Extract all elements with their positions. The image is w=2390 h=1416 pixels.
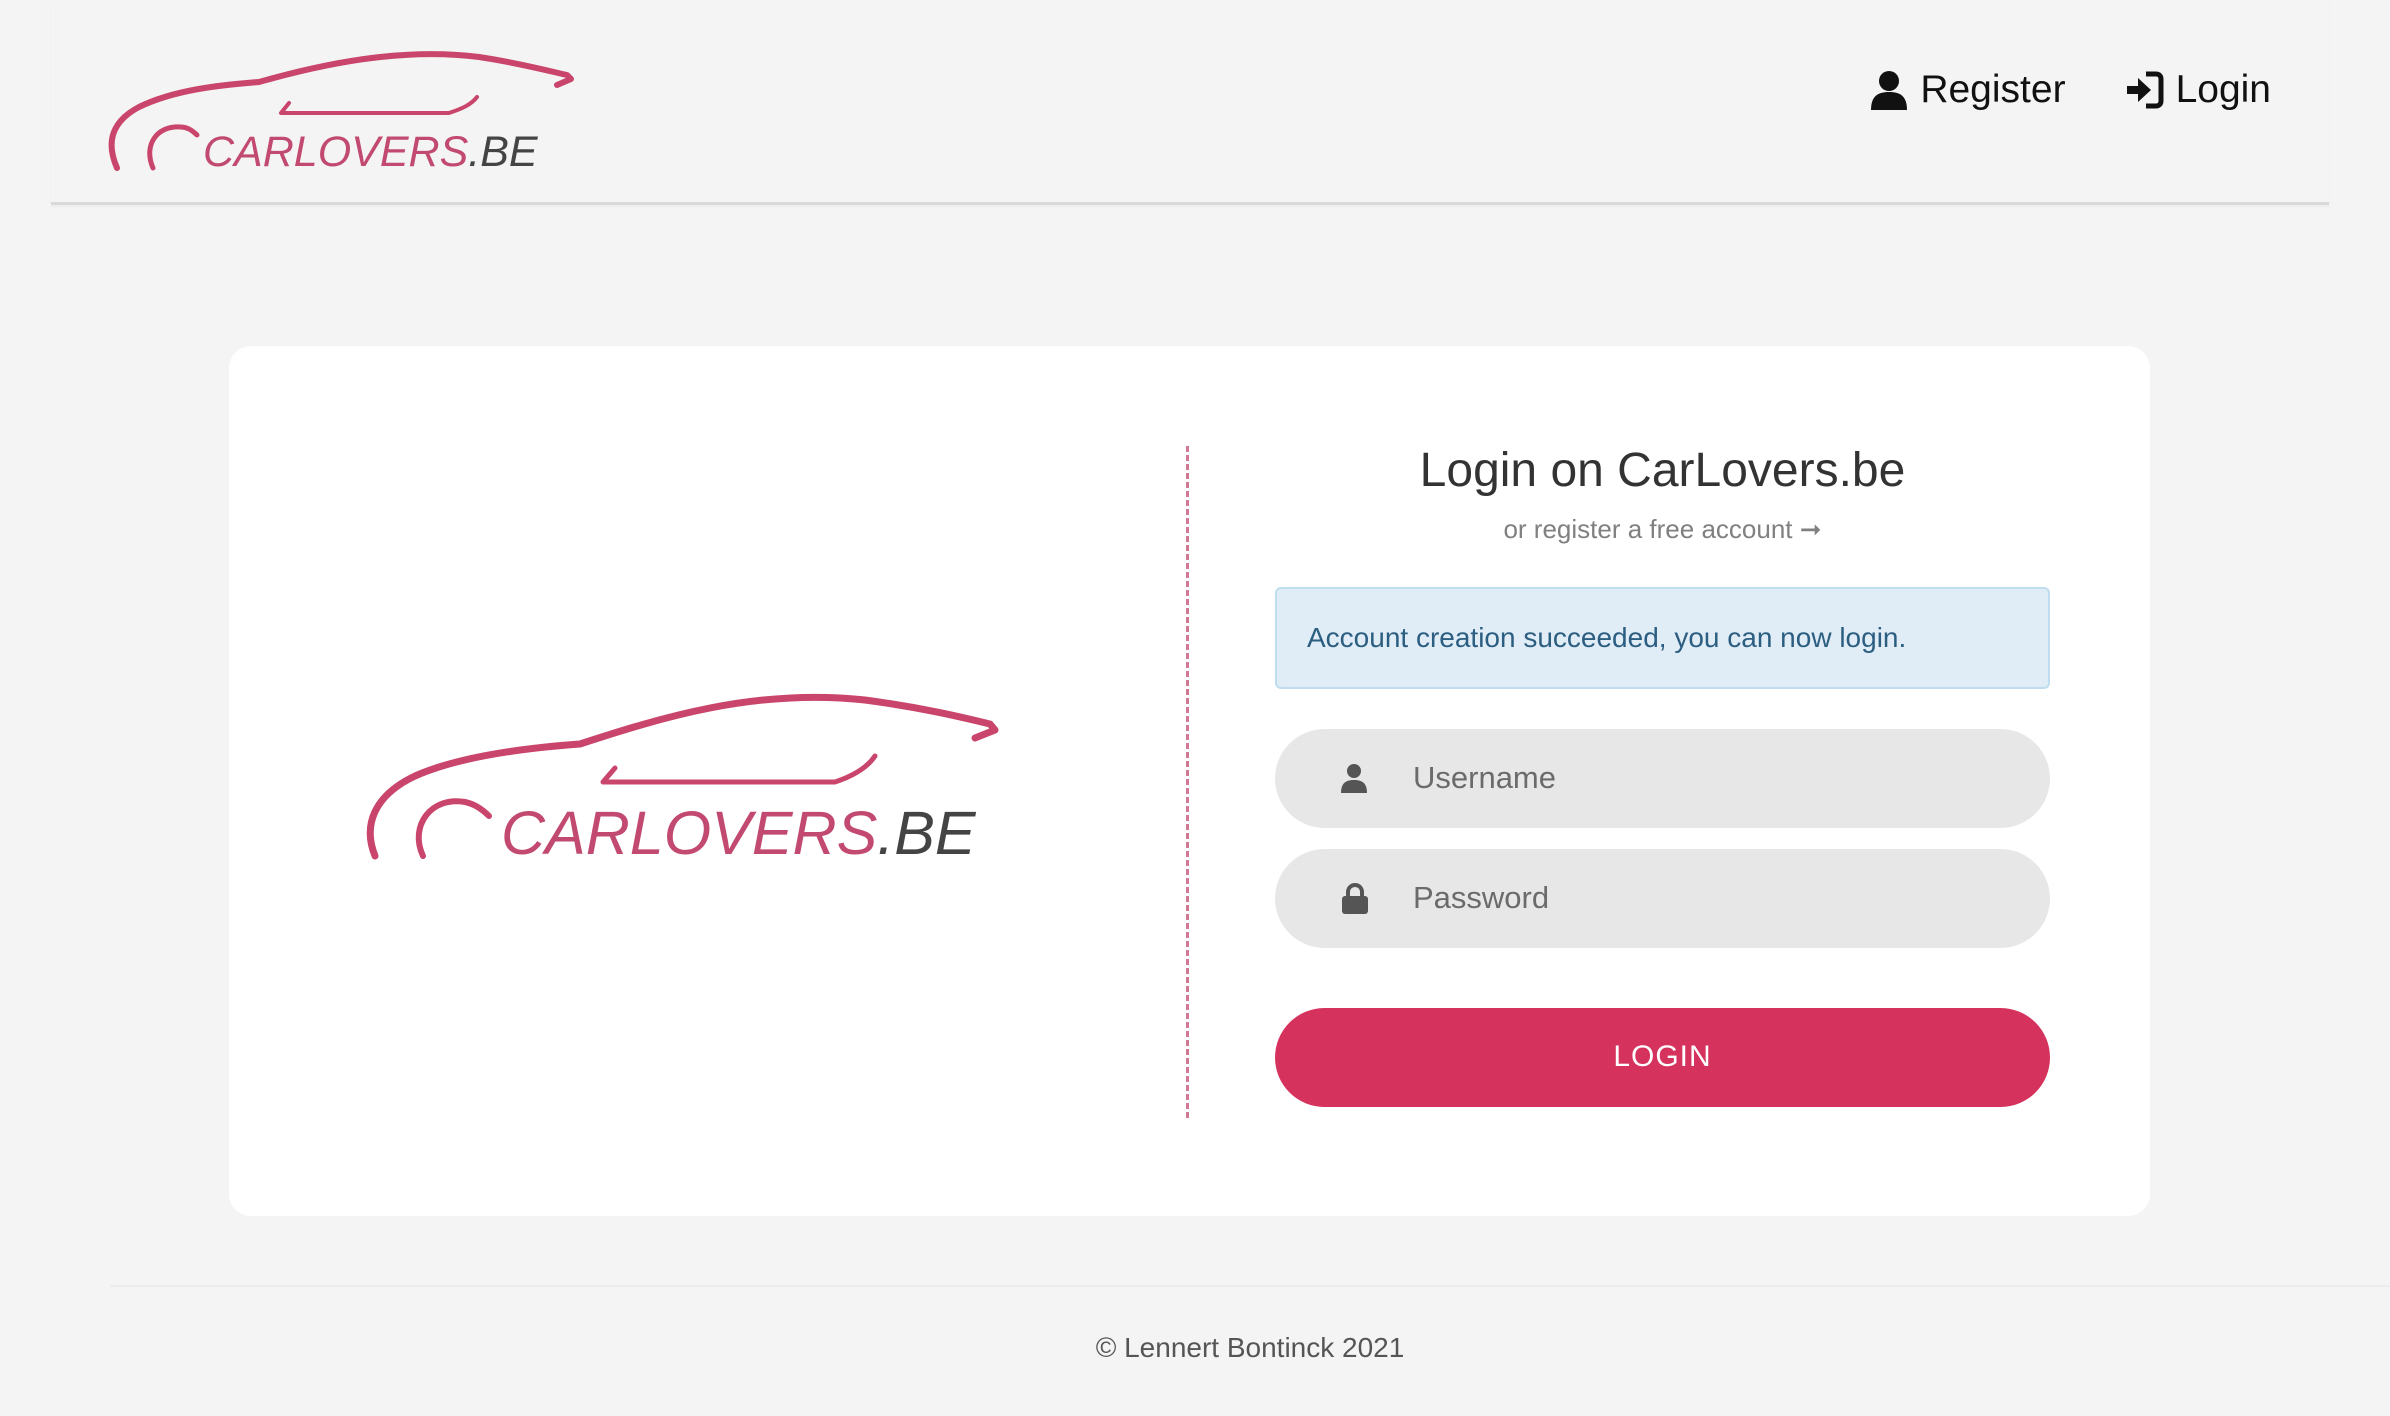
svg-text:CARLOVERS.BE: CARLOVERS.BE — [501, 799, 977, 867]
username-input[interactable] — [1411, 747, 2015, 810]
register-label: Register — [1920, 68, 2066, 111]
card-logo-suffix: .BE — [877, 799, 977, 867]
login-card: CARLOVERS.BE Login on CarLovers.be or re… — [229, 346, 2150, 1216]
password-input[interactable] — [1411, 867, 2015, 930]
sign-in-icon — [2126, 71, 2164, 109]
user-icon — [1871, 71, 1908, 110]
user-icon — [1341, 763, 1367, 793]
login-label: Login — [2175, 68, 2271, 111]
register-link[interactable]: Register — [1870, 68, 2066, 112]
svg-text:CARLOVERS.BE: CARLOVERS.BE — [203, 128, 539, 175]
header-logo[interactable]: CARLOVERS.BE — [99, 45, 629, 175]
top-nav: Register Login — [1870, 68, 2271, 112]
site-header: CARLOVERS.BE Register Login — [51, 0, 2329, 205]
success-alert: Account creation succeeded, you can now … — [1275, 586, 2050, 689]
login-button[interactable]: LOGIN — [1275, 1007, 2050, 1107]
password-field[interactable] — [1275, 848, 2050, 948]
header-logo-text: CARLOVERS — [203, 128, 469, 175]
username-field[interactable] — [1275, 728, 2050, 828]
footer-copyright: © Lennert Bontinck 2021 — [1095, 1332, 1405, 1363]
card-logo: CARLOVERS.BE — [366, 693, 999, 867]
form-title: Login on CarLovers.be — [1419, 444, 1906, 497]
login-form: Login on CarLovers.be or register a free… — [1275, 442, 2050, 1107]
login-link[interactable]: Login — [2124, 68, 2271, 112]
card-logo-text: CARLOVERS — [501, 799, 878, 867]
footer-divider — [110, 1285, 2390, 1287]
lock-icon — [1342, 882, 1368, 914]
vertical-divider — [1186, 446, 1189, 1118]
register-hint-link[interactable]: or register a free account ➞ — [1275, 514, 2050, 545]
header-logo-suffix: .BE — [468, 128, 539, 175]
